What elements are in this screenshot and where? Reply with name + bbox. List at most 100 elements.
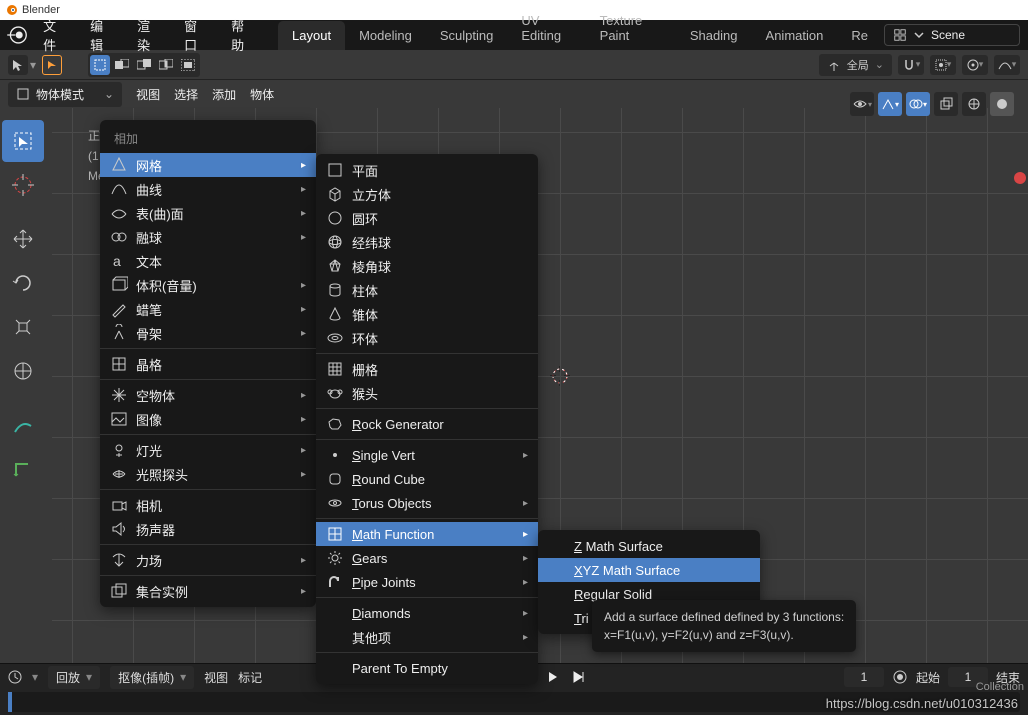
menu1-item-5[interactable]: 体积(音量)▸ — [100, 273, 316, 297]
tool-move[interactable] — [2, 218, 44, 260]
shading-solid-icon[interactable] — [990, 92, 1014, 116]
menu2-item[interactable]: 平面 — [316, 158, 538, 182]
menu1-item-1[interactable]: 曲线▸ — [100, 177, 316, 201]
header-add[interactable]: 添加 — [212, 86, 236, 103]
menu1-item-9[interactable]: 空物体▸ — [100, 383, 316, 407]
menu1-item-7[interactable]: 骨架▸ — [100, 321, 316, 345]
visibility-icon[interactable]: ▾ — [850, 92, 874, 116]
menu3-item-1[interactable]: XYZ Math Surface — [538, 558, 760, 582]
playback-dropdown[interactable]: 回放 ▾ — [48, 666, 100, 689]
tab-texture[interactable]: Texture Paint — [586, 6, 676, 50]
playhead[interactable] — [8, 692, 12, 712]
menu2-item[interactable]: 经纬球 — [316, 230, 538, 254]
menu1-item-6[interactable]: 蜡笔▸ — [100, 297, 316, 321]
menu1-item-8[interactable]: 晶格 — [100, 352, 316, 376]
proportional-icon[interactable]: ▾ — [962, 55, 988, 75]
tool-select-box[interactable] — [2, 120, 44, 162]
keying-dropdown[interactable]: 抠像(插帧) ▾ — [110, 666, 194, 689]
menu2-item[interactable]: Torus Objects▸ — [316, 491, 538, 515]
tool-scale[interactable] — [2, 306, 44, 348]
prop-falloff-icon[interactable]: ▾ — [994, 55, 1020, 75]
tab-re[interactable]: Re — [837, 21, 882, 50]
menu2-item[interactable]: 棱角球 — [316, 254, 538, 278]
menu1-item-11[interactable]: 灯光▸ — [100, 438, 316, 462]
cursor-tool-icon[interactable] — [42, 55, 62, 75]
tab-modeling[interactable]: Modeling — [345, 21, 426, 50]
shading-wire-icon[interactable] — [962, 92, 986, 116]
menu-file[interactable]: 文件 — [33, 10, 78, 60]
header-select[interactable]: 选择 — [174, 86, 198, 103]
menu2-item[interactable]: 圆环 — [316, 206, 538, 230]
select-mode-subtract-icon[interactable] — [134, 55, 154, 75]
menu3-item-0[interactable]: Z Math Surface — [538, 534, 760, 558]
gizmo-toggle-icon[interactable]: ▾ — [878, 92, 902, 116]
scene-field[interactable] — [884, 24, 1020, 46]
menu2-item[interactable]: 环体 — [316, 326, 538, 350]
menu1-item-2[interactable]: 表(曲)面▸ — [100, 201, 316, 225]
tool-measure[interactable] — [2, 448, 44, 490]
menu2-item[interactable]: Single Vert▸ — [316, 443, 538, 467]
menu2-item[interactable]: 柱体 — [316, 278, 538, 302]
scenes-icon — [893, 28, 907, 42]
tool-transform[interactable] — [2, 350, 44, 392]
menu1-item-0[interactable]: 网格▸ — [100, 153, 316, 177]
select-mode-new-icon[interactable] — [90, 55, 110, 75]
menu2-item[interactable]: Rock Generator — [316, 412, 538, 436]
menu2-item[interactable]: Parent To Empty — [316, 656, 538, 680]
menu1-item-13[interactable]: 相机 — [100, 493, 316, 517]
menu1-item-12[interactable]: 光照探头▸ — [100, 462, 316, 486]
select-mode-invert-icon[interactable] — [178, 55, 198, 75]
mode-select[interactable]: 物体模式 ⌄ — [8, 82, 122, 107]
select-mode-extend-icon[interactable] — [112, 55, 132, 75]
timeline-editor-icon[interactable] — [8, 670, 22, 684]
menu2-item[interactable]: 其他项▸ — [316, 625, 538, 649]
menu2-item[interactable]: Round Cube — [316, 467, 538, 491]
blender-logo-icon — [6, 4, 18, 16]
menu2-item[interactable]: 立方体 — [316, 182, 538, 206]
orientation-dropdown[interactable]: 全局 ⌄ — [819, 54, 892, 76]
menu1-item-4[interactable]: a文本 — [100, 249, 316, 273]
current-frame[interactable]: 1 — [844, 667, 884, 687]
chevron-down-icon[interactable]: ▾ — [32, 670, 38, 684]
menu2-item[interactable]: Pipe Joints▸ — [316, 570, 538, 594]
menu2-item[interactable]: Diamonds▸ — [316, 601, 538, 625]
menu1-item-14[interactable]: 扬声器 — [100, 517, 316, 541]
overlay-toggle-icon[interactable]: ▾ — [906, 92, 930, 116]
timeline-marker[interactable]: 标记 — [238, 669, 262, 686]
tab-animation[interactable]: Animation — [752, 21, 838, 50]
header-object[interactable]: 物体 — [250, 86, 274, 103]
chevron-down-icon[interactable]: ▾ — [30, 58, 36, 72]
tab-uv[interactable]: UV Editing — [507, 6, 585, 50]
xray-icon[interactable] — [934, 92, 958, 116]
menu-help[interactable]: 帮助 — [221, 10, 266, 60]
next-key-icon[interactable] — [542, 666, 564, 688]
blender-logo-icon[interactable] — [6, 24, 27, 46]
select-mode-intersect-icon[interactable] — [156, 55, 176, 75]
tool-rotate[interactable] — [2, 262, 44, 304]
tab-layout[interactable]: Layout — [278, 21, 345, 50]
gizmo-x-icon[interactable] — [1014, 172, 1026, 184]
tool-cursor[interactable] — [2, 164, 44, 206]
jump-end-icon[interactable] — [568, 666, 590, 688]
tool-annotate[interactable] — [2, 404, 44, 446]
menu2-item[interactable]: 锥体 — [316, 302, 538, 326]
menu1-item-15[interactable]: 力场▸ — [100, 548, 316, 572]
menu2-item[interactable]: Gears▸ — [316, 546, 538, 570]
timeline-view[interactable]: 视图 — [204, 669, 228, 686]
tab-shading[interactable]: Shading — [676, 21, 752, 50]
header-view[interactable]: 视图 — [136, 86, 160, 103]
menu1-item-16[interactable]: 集合实例▸ — [100, 579, 316, 603]
menu-label: 集合实例 — [136, 582, 293, 601]
snap-toggle-icon[interactable]: ▾ — [898, 55, 924, 75]
menu1-item-10[interactable]: 图像▸ — [100, 407, 316, 431]
snap-element-icon[interactable]: ▾ — [930, 55, 956, 75]
select-tool-icon[interactable] — [8, 55, 28, 75]
menu1-item-3[interactable]: 融球▸ — [100, 225, 316, 249]
menu2-item[interactable]: Math Function▸ — [316, 522, 538, 546]
blank-icon — [326, 628, 344, 646]
scene-name-input[interactable] — [931, 28, 1011, 42]
tab-sculpting[interactable]: Sculpting — [426, 21, 507, 50]
menu2-item[interactable]: 猴头 — [316, 381, 538, 405]
autokey-icon[interactable] — [892, 669, 908, 685]
menu2-item[interactable]: 栅格 — [316, 357, 538, 381]
